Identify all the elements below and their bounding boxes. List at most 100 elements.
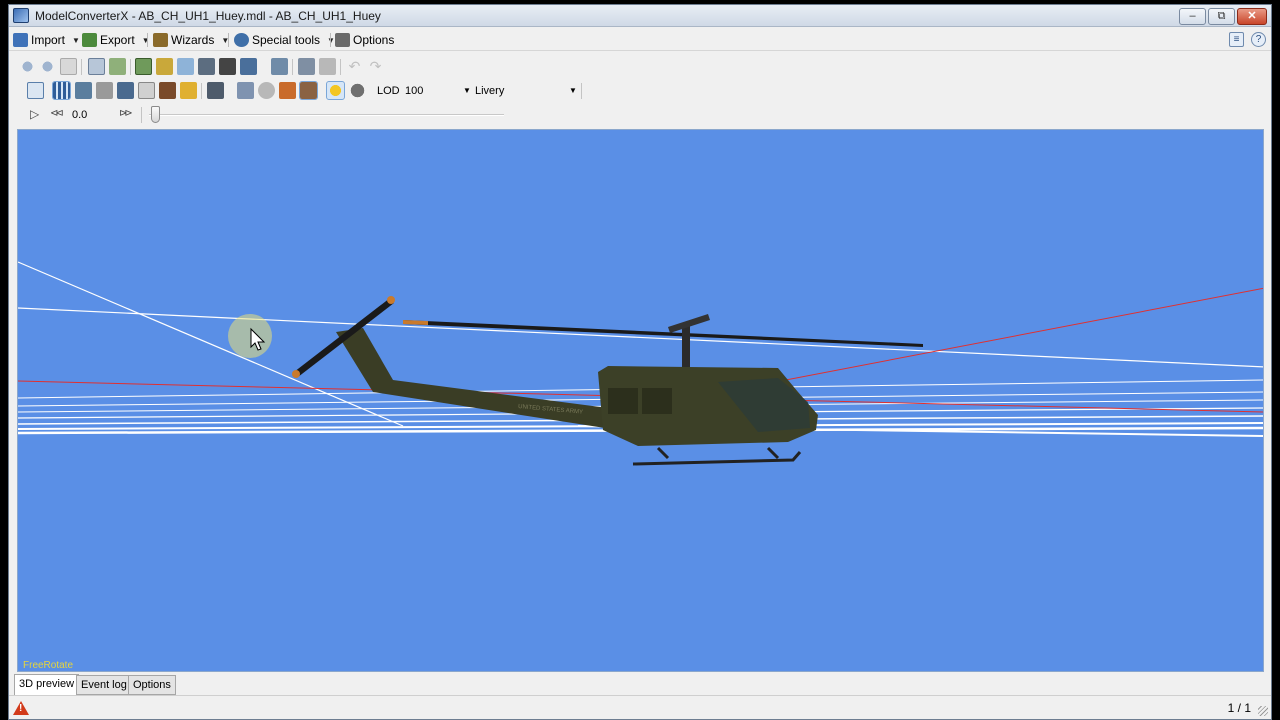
- hierarchy-icon[interactable]: [109, 58, 126, 75]
- chevron-down-icon[interactable]: ▼: [463, 86, 471, 95]
- tools-icon: [335, 33, 350, 47]
- title-bar: ModelConverterX - AB_CH_UH1_Huey.mdl - A…: [9, 5, 1271, 27]
- grid-icon[interactable]: [52, 81, 71, 100]
- app-icon: [13, 8, 29, 23]
- toolbar-separator: [201, 83, 202, 99]
- maximize-button[interactable]: ⧉: [1208, 8, 1235, 25]
- minimize-button[interactable]: –: [1179, 8, 1206, 25]
- chevron-down-icon: ▼: [141, 35, 150, 45]
- menu-options-label: Options: [353, 33, 395, 47]
- chevron-down-icon: ▼: [327, 35, 335, 45]
- play-icon[interactable]: ▷: [30, 107, 39, 121]
- menu-options[interactable]: Options: [335, 31, 394, 49]
- timeline-slider[interactable]: [151, 106, 160, 123]
- toolbar-animation: ▷ ⊲⊲ 0.0 ⊳⊳: [9, 103, 1271, 127]
- tab-3d-preview[interactable]: 3D preview: [14, 674, 80, 696]
- sun-icon[interactable]: [326, 81, 345, 100]
- menu-special-tools-label: Special tools: [252, 33, 321, 47]
- side-window: [608, 388, 638, 414]
- import-icon: [13, 33, 28, 47]
- image-icon[interactable]: [298, 58, 315, 75]
- menu-separator: [228, 33, 229, 47]
- fit-view-icon[interactable]: [27, 82, 44, 99]
- back-icon[interactable]: [19, 58, 36, 75]
- list-icon[interactable]: [319, 58, 336, 75]
- page-count: 1 / 1: [1227, 701, 1251, 715]
- wand-icon: [153, 33, 168, 47]
- forward-icon[interactable]: [39, 58, 56, 75]
- lod-label: LOD: [377, 85, 400, 97]
- menu-import[interactable]: Import ▼: [13, 31, 80, 49]
- camera-icon[interactable]: [240, 58, 257, 75]
- 3d-viewport[interactable]: UNITED STATES ARMY FreeRotate: [17, 129, 1264, 672]
- helicopter-model: UNITED STATES ARMY: [292, 296, 923, 466]
- warning-icon[interactable]: [13, 701, 29, 715]
- sphere-icon[interactable]: [258, 82, 275, 99]
- normals-icon[interactable]: [75, 82, 92, 99]
- livery-select[interactable]: Livery: [475, 85, 575, 97]
- model-icon[interactable]: [299, 81, 318, 100]
- redo-icon[interactable]: ↷: [367, 58, 384, 75]
- skid-strut: [766, 446, 780, 460]
- tail-rotor-tip: [387, 296, 395, 304]
- toolbar-separator: [81, 59, 82, 75]
- help-icon[interactable]: ?: [1251, 32, 1266, 47]
- resize-grip-icon[interactable]: [1258, 706, 1268, 716]
- skid-strut: [656, 446, 670, 460]
- time-field[interactable]: 0.0: [72, 109, 87, 121]
- export-icon: [82, 33, 97, 47]
- material-icon[interactable]: [135, 58, 152, 75]
- menu-wizards-label: Wizards: [171, 33, 215, 47]
- toolbar-separator: [141, 107, 142, 123]
- texture-icon[interactable]: [156, 58, 173, 75]
- menu-export-label: Export: [100, 33, 135, 47]
- inspect-icon[interactable]: [198, 58, 215, 75]
- window-title: ModelConverterX - AB_CH_UH1_Huey.mdl - A…: [35, 9, 381, 23]
- scene-canvas: UNITED STATES ARMY: [18, 261, 1263, 466]
- rewind-icon[interactable]: ⊲⊲: [50, 108, 64, 119]
- cursor-highlight: [228, 314, 272, 358]
- bounding-box-icon[interactable]: [138, 82, 155, 99]
- close-button[interactable]: ✕: [1237, 8, 1267, 25]
- menu-separator: [147, 33, 148, 47]
- menu-export[interactable]: Export ▼: [82, 31, 150, 49]
- rotor-mast: [682, 324, 690, 368]
- menu-import-label: Import: [31, 33, 66, 47]
- light-box-icon[interactable]: [180, 82, 197, 99]
- undo-icon[interactable]: ↶: [346, 58, 363, 75]
- side-window: [642, 388, 672, 414]
- tab-options[interactable]: Options: [128, 675, 176, 695]
- menu-wizards[interactable]: Wizards ▼: [153, 31, 229, 49]
- pencil-icon[interactable]: [96, 82, 113, 99]
- environment-icon[interactable]: [349, 82, 366, 99]
- cube-icon[interactable]: [279, 82, 296, 99]
- toolbar-view: LOD 100 ▼ Livery ▼: [9, 79, 1271, 103]
- menu-bar: Import ▼ Export ▼ Wizards ▼ Special tool…: [9, 28, 1271, 51]
- menu-separator: [330, 33, 331, 47]
- chevron-down-icon: ▼: [72, 35, 80, 45]
- tab-event-log[interactable]: Event log: [76, 675, 132, 695]
- status-bar: 1 / 1: [9, 695, 1271, 719]
- menu-special-tools[interactable]: Special tools ▼: [234, 31, 335, 49]
- toolbar-separator: [292, 59, 293, 75]
- zoom-icon[interactable]: [88, 58, 105, 75]
- wood-texture-icon[interactable]: [159, 82, 176, 99]
- link-icon[interactable]: [271, 58, 288, 75]
- app-window: ModelConverterX - AB_CH_UH1_Huey.mdl - A…: [8, 4, 1272, 720]
- chevron-down-icon[interactable]: ▼: [569, 86, 577, 95]
- camera-mode-label: FreeRotate: [23, 660, 74, 671]
- toolbar-separator: [581, 83, 582, 99]
- document-icon[interactable]: ≡: [1229, 32, 1244, 47]
- copy-icon[interactable]: [177, 58, 194, 75]
- skeleton-icon[interactable]: [117, 82, 134, 99]
- tail-rotor-tip: [292, 370, 300, 378]
- lod-select[interactable]: 100: [405, 85, 469, 97]
- render-icon[interactable]: [207, 82, 224, 99]
- texture-grid-icon[interactable]: [237, 82, 254, 99]
- animation-icon[interactable]: [219, 58, 236, 75]
- fast-forward-icon[interactable]: ⊳⊳: [119, 108, 133, 119]
- grid-line: [18, 307, 1263, 368]
- toolbar-separator: [340, 59, 341, 75]
- page-icon[interactable]: [60, 58, 77, 75]
- timeline-track[interactable]: [149, 114, 504, 116]
